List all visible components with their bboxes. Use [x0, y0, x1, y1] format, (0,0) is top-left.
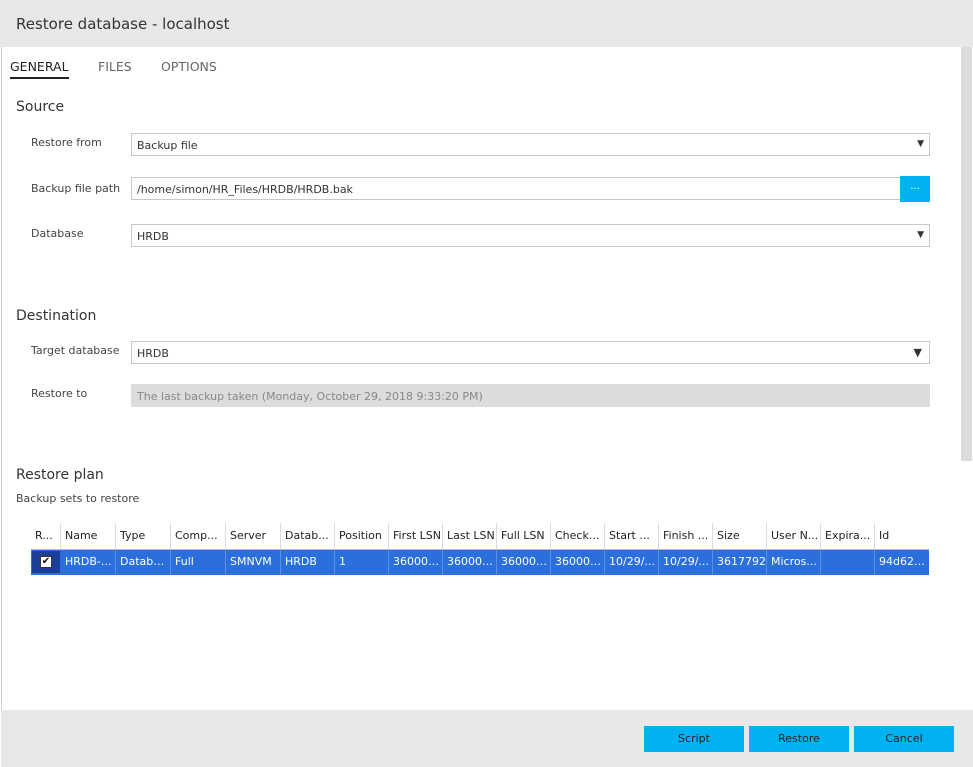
- backup-sets-grid-header: R... Name Type Comp... Server Datab... P…: [31, 523, 929, 550]
- restore-plan-subtitle: Backup sets to restore: [16, 492, 140, 505]
- table-cell: 360000...: [443, 550, 497, 575]
- browse-button[interactable]: ...: [900, 176, 930, 202]
- dropdown-arrow-icon: ▼: [913, 346, 922, 359]
- tab-general[interactable]: GENERAL: [10, 59, 69, 79]
- column-header[interactable]: Start ...: [605, 523, 659, 549]
- column-header[interactable]: Type: [116, 523, 171, 549]
- table-cell: SMNVM: [226, 550, 281, 575]
- column-header[interactable]: Check...: [551, 523, 605, 549]
- title-bar: Restore database - localhost: [0, 0, 973, 47]
- table-row[interactable]: ✔ HRDB-... Database Full SMNVM HRDB 1 36…: [31, 550, 929, 575]
- table-cell: 1: [335, 550, 389, 575]
- table-cell: 3617792: [713, 550, 767, 575]
- column-header[interactable]: Comp...: [171, 523, 226, 549]
- tab-files[interactable]: FILES: [98, 59, 132, 74]
- target-database-label: Target database: [31, 344, 120, 357]
- column-header[interactable]: Full LSN: [497, 523, 551, 549]
- target-database-value: HRDB: [137, 347, 169, 360]
- column-header[interactable]: Id: [875, 523, 929, 549]
- cancel-button[interactable]: Cancel: [854, 726, 954, 752]
- window-title: Restore database - localhost: [16, 15, 230, 33]
- column-header[interactable]: First LSN: [389, 523, 443, 549]
- database-select[interactable]: HRDB ▼: [131, 224, 930, 247]
- restore-to-field: The last backup taken (Monday, October 2…: [131, 384, 930, 407]
- table-cell: 360000...: [389, 550, 443, 575]
- script-button[interactable]: Script: [644, 726, 744, 752]
- target-database-select[interactable]: HRDB ▼: [131, 341, 930, 364]
- column-header[interactable]: Size: [713, 523, 767, 549]
- dropdown-arrow-icon: ▼: [917, 139, 924, 149]
- restore-from-value: Backup file: [137, 139, 198, 152]
- column-header[interactable]: Server: [226, 523, 281, 549]
- column-header[interactable]: Datab...: [281, 523, 335, 549]
- restore-from-label: Restore from: [31, 136, 102, 149]
- backup-file-path-label: Backup file path: [31, 182, 121, 195]
- table-cell: 10/29/...: [605, 550, 659, 575]
- column-header[interactable]: Name: [61, 523, 116, 549]
- restore-button[interactable]: Restore: [749, 726, 849, 752]
- database-label: Database: [31, 227, 84, 240]
- table-cell: 360000...: [497, 550, 551, 575]
- column-header[interactable]: Position: [335, 523, 389, 549]
- column-header[interactable]: Last LSN: [443, 523, 497, 549]
- backup-file-path-input[interactable]: /home/simon/HR_Files/HRDB/HRDB.bak: [131, 177, 901, 200]
- table-cell: Full: [171, 550, 226, 575]
- restore-plan-heading: Restore plan: [16, 467, 104, 483]
- table-cell: HRDB-...: [61, 550, 116, 575]
- restore-checkbox[interactable]: ✔: [40, 556, 52, 568]
- restore-to-value: The last backup taken (Monday, October 2…: [137, 390, 483, 403]
- column-header[interactable]: R...: [31, 523, 61, 549]
- table-cell: [821, 550, 875, 575]
- table-cell: 360000...: [551, 550, 605, 575]
- dropdown-arrow-icon: ▼: [917, 230, 924, 240]
- table-cell: Database: [116, 550, 171, 575]
- source-heading: Source: [16, 99, 65, 115]
- destination-heading: Destination: [16, 308, 97, 324]
- table-cell: 94d625...: [879, 555, 929, 568]
- table-cell: Micros...: [767, 550, 821, 575]
- scrollbar-thumb[interactable]: [961, 47, 972, 461]
- restore-to-label: Restore to: [31, 387, 88, 400]
- table-cell: HRDB: [281, 550, 335, 575]
- tab-options[interactable]: OPTIONS: [161, 59, 217, 74]
- column-header[interactable]: Expira...: [821, 523, 875, 549]
- column-header[interactable]: User N...: [767, 523, 821, 549]
- backup-file-path-value: /home/simon/HR_Files/HRDB/HRDB.bak: [137, 183, 353, 196]
- column-header[interactable]: Finish ...: [659, 523, 713, 549]
- table-cell: 10/29/...: [659, 550, 713, 575]
- restore-from-select[interactable]: Backup file ▼: [131, 133, 930, 156]
- database-value: HRDB: [137, 230, 169, 243]
